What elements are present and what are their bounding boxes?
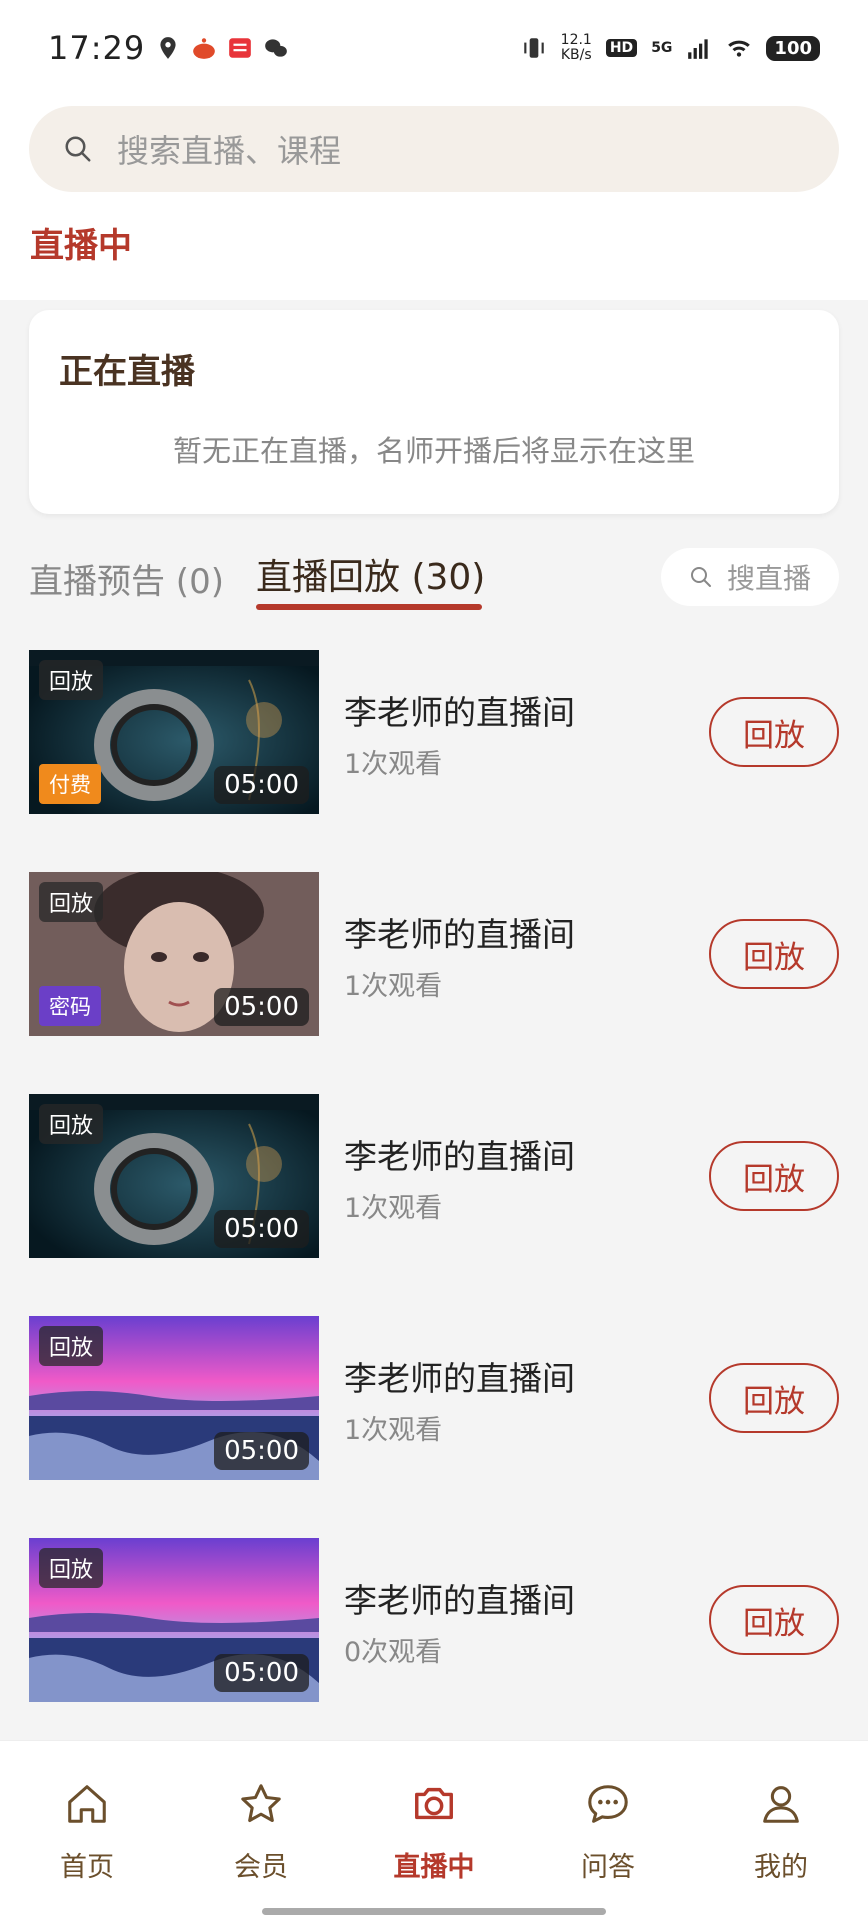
view-count: 1次观看 (344, 971, 443, 1002)
nav-live[interactable]: 直播中 (364, 1781, 504, 1884)
vibrate-icon (523, 38, 544, 58)
network-type: 5G (651, 40, 673, 56)
replay-button[interactable]: 回放 (709, 1141, 839, 1211)
live-search-button[interactable]: 搜直播 (661, 548, 839, 606)
nav-live-label: 直播中 (393, 1852, 475, 1883)
duration-label: 05:00 (214, 1654, 309, 1692)
nav-me-label: 我的 (754, 1852, 808, 1883)
tabs-row: 直播预告 (0) 直播回放 (30) 搜直播 (0, 540, 868, 620)
live-now-title: 正在直播 (59, 352, 195, 392)
duration-label: 05:00 (214, 1432, 309, 1470)
replay-title: 李老师的直播间 (344, 1581, 575, 1620)
home-icon (68, 1785, 106, 1823)
signal-icon (688, 39, 709, 59)
view-count: 1次观看 (344, 1193, 443, 1224)
replay-badge: 回放 (39, 1548, 104, 1588)
view-count: 1次观看 (344, 749, 443, 780)
replay-thumbnail[interactable]: 回放 密码 05:00 (29, 872, 319, 1036)
replay-badge: 回放 (39, 1104, 104, 1144)
wechat-icon (265, 39, 288, 57)
replay-badge: 回放 (39, 660, 104, 700)
status-time: 17:29 (48, 29, 146, 67)
replay-button[interactable]: 回放 (709, 919, 839, 989)
nav-me[interactable]: 我的 (711, 1781, 851, 1884)
wifi-icon (728, 40, 751, 57)
replay-button[interactable]: 回放 (709, 1363, 839, 1433)
replay-button[interactable]: 回放 (709, 697, 839, 767)
nav-home-label: 首页 (60, 1852, 114, 1883)
replay-title: 李老师的直播间 (344, 693, 575, 732)
news-app-icon (229, 38, 252, 58)
duration-label: 05:00 (214, 766, 309, 804)
page-title: 直播中 (30, 226, 132, 266)
battery-indicator: 100 (766, 35, 820, 61)
replay-thumbnail[interactable]: 回放 05:00 (29, 1094, 319, 1258)
net-speed: 12.1 KB/s (561, 33, 592, 63)
tab-active-indicator (256, 604, 482, 610)
status-right: 12.1 KB/s HD 5G 100 (521, 33, 820, 63)
status-bar: 17:29 12.1 KB/s HD 5G 100 (0, 0, 868, 96)
tab-replays[interactable]: 直播回放 (30) (256, 548, 485, 600)
view-count: 0次观看 (344, 1637, 443, 1668)
star-icon (241, 1784, 281, 1823)
nav-member[interactable]: 会员 (191, 1781, 331, 1884)
replay-title: 李老师的直播间 (344, 1359, 575, 1398)
list-item[interactable]: 回放 05:00 李老师的直播间 1次观看 回放 (0, 1316, 868, 1538)
nav-qa-label: 问答 (581, 1852, 635, 1883)
duration-label: 05:00 (214, 988, 309, 1026)
search-input[interactable]: 搜索直播、课程 (29, 106, 839, 192)
password-badge: 密码 (39, 986, 101, 1026)
search-icon (65, 136, 91, 162)
replay-thumbnail[interactable]: 回放 付费 05:00 (29, 650, 319, 814)
status-left: 17:29 (48, 29, 289, 67)
replay-button[interactable]: 回放 (709, 1585, 839, 1655)
hd-badge: HD (605, 39, 638, 57)
search-placeholder: 搜索直播、课程 (117, 132, 342, 170)
replay-title: 李老师的直播间 (344, 915, 575, 954)
camera-icon (415, 1787, 453, 1820)
replay-badge: 回放 (39, 882, 104, 922)
replay-title: 李老师的直播间 (344, 1137, 575, 1176)
list-item[interactable]: 回放 05:00 李老师的直播间 1次观看 回放 (0, 1094, 868, 1316)
replay-list: 回放 付费 05:00 李老师的直播间 1次观看 回放 回放 密码 05:00 … (0, 650, 868, 1760)
location-icon (160, 37, 176, 59)
list-item[interactable]: 回放 05:00 李老师的直播间 0次观看 回放 (0, 1538, 868, 1760)
user-icon (763, 1786, 799, 1823)
live-search-label: 搜直播 (727, 562, 812, 595)
live-now-card: 正在直播 暂无正在直播，名师开播后将显示在这里 (29, 310, 839, 514)
bottom-nav: 首页 会员 直播中 问答 我的 (0, 1740, 868, 1920)
tab-upcoming[interactable]: 直播预告 (0) (29, 554, 224, 603)
replay-thumbnail[interactable]: 回放 05:00 (29, 1538, 319, 1702)
nav-member-label: 会员 (234, 1852, 288, 1883)
view-count: 1次观看 (344, 1415, 443, 1446)
replay-badge: 回放 (39, 1326, 104, 1366)
list-item[interactable]: 回放 付费 05:00 李老师的直播间 1次观看 回放 (0, 650, 868, 872)
nav-home[interactable]: 首页 (17, 1781, 157, 1884)
replay-thumbnail[interactable]: 回放 05:00 (29, 1316, 319, 1480)
chat-icon (588, 1785, 628, 1823)
list-item[interactable]: 回放 密码 05:00 李老师的直播间 1次观看 回放 (0, 872, 868, 1094)
search-icon (691, 567, 711, 587)
duration-label: 05:00 (214, 1210, 309, 1248)
paid-badge: 付费 (39, 764, 101, 804)
nav-qa[interactable]: 问答 (538, 1781, 678, 1884)
live-now-empty-text: 暂无正在直播，名师开播后将显示在这里 (172, 434, 695, 468)
net-speed-unit: KB/s (560, 47, 592, 63)
home-indicator[interactable] (262, 1908, 606, 1915)
app-notification-icon (193, 38, 216, 59)
net-speed-value: 12.1 (560, 32, 592, 48)
